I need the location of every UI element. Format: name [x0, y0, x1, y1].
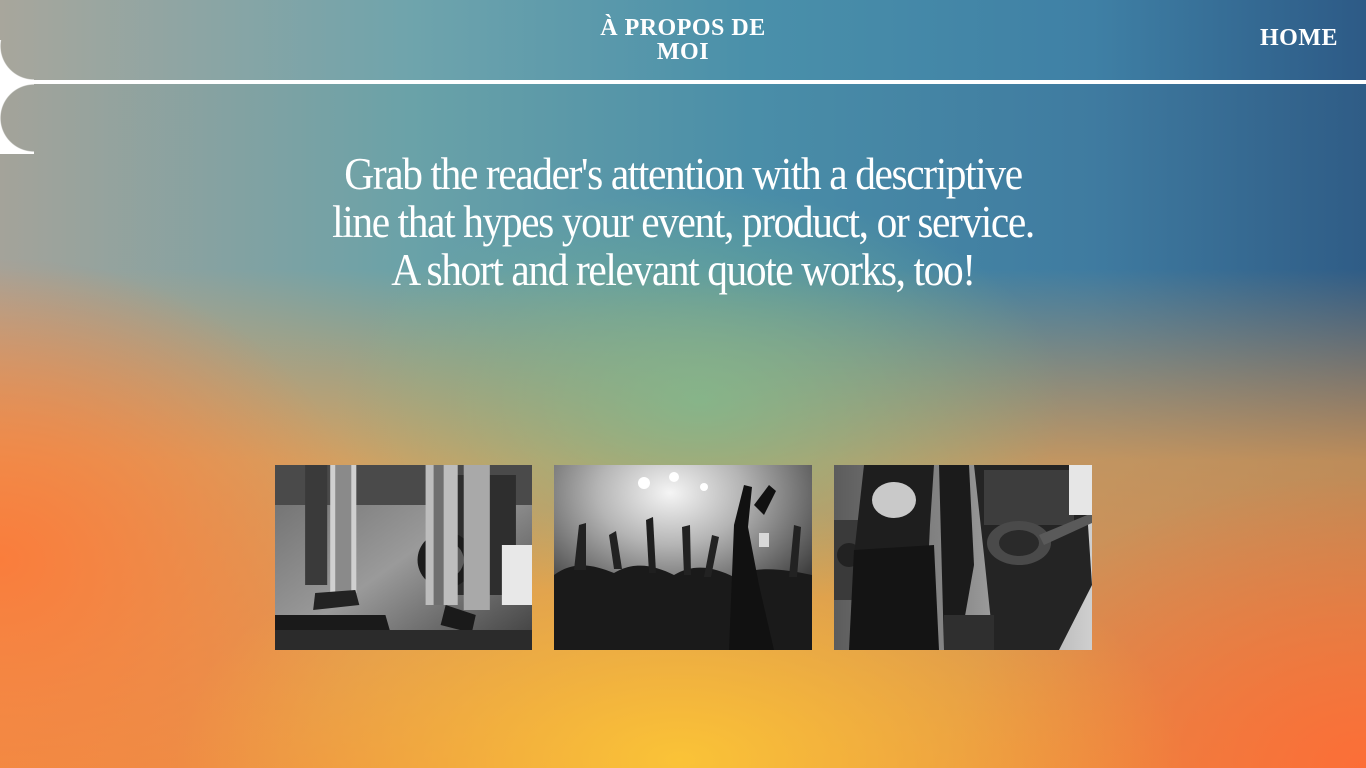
header-corner-decoration — [0, 40, 34, 84]
header-divider — [0, 80, 1366, 84]
hero-headline: Grab the reader's attention with a descr… — [332, 149, 1035, 295]
concert-stage-feet-photo — [275, 465, 532, 650]
panel-corner-decoration — [0, 84, 34, 154]
photo-gallery — [275, 465, 1092, 650]
nav-link-home[interactable]: HOME — [1260, 26, 1338, 50]
nav-link-about[interactable]: À PROPOS DE MOI — [583, 16, 783, 64]
concert-band-guitarist-photo — [834, 465, 1092, 650]
concert-crowd-hands-photo — [554, 465, 812, 650]
